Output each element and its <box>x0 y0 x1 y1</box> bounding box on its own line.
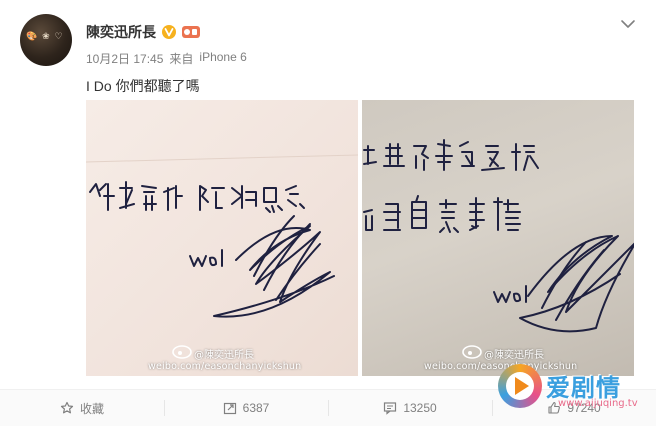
star-icon <box>60 401 74 414</box>
post-from-label: 来自 <box>169 52 194 66</box>
post-text: I Do 你們都聽了嗎 <box>86 78 200 94</box>
chevron-down-icon[interactable] <box>620 18 636 30</box>
author-row: 陳奕迅所長 <box>86 22 200 42</box>
comment-button[interactable]: 13250 <box>328 390 492 426</box>
post-device[interactable]: iPhone 6 <box>199 50 246 67</box>
weibo-watermark-logo-left <box>172 345 192 359</box>
weibo-post-card: 🎨 ❀ ♡ 陳奕迅所長 10月2日 17:45 来自 iPhone 6 I Do… <box>0 0 656 426</box>
author-name[interactable]: 陳奕迅所長 <box>86 22 156 42</box>
verified-v-icon <box>162 25 176 39</box>
author-avatar[interactable]: 🎨 ❀ ♡ <box>20 14 72 66</box>
favorite-button[interactable]: 收藏 <box>0 390 164 426</box>
handwriting-right <box>363 139 634 359</box>
repost-count: 6387 <box>242 401 270 415</box>
member-level-icon <box>182 26 200 38</box>
comment-count: 13250 <box>403 401 437 415</box>
photo-right[interactable]: @陳奕迅所長 weibo.com/easonchanyickshun <box>362 100 634 376</box>
play-icon <box>515 377 529 395</box>
comment-icon <box>384 402 397 415</box>
repost-icon <box>223 402 236 415</box>
post-date[interactable]: 10月2日 17:45 <box>86 50 163 67</box>
weibo-watermark-logo-right <box>462 345 482 359</box>
photo-left-watermark-name: @陳奕迅所長 <box>194 350 254 361</box>
repost-button[interactable]: 6387 <box>164 390 328 426</box>
photo-right-watermark-name: @陳奕迅所長 <box>484 350 544 361</box>
photo-left-watermark-url: weibo.com/easonchanyickshun <box>148 361 302 372</box>
post-meta: 10月2日 17:45 来自 iPhone 6 <box>86 50 247 67</box>
avatar-doodle: 🎨 ❀ ♡ <box>26 32 64 42</box>
favorite-label: 收藏 <box>79 401 104 416</box>
brand-watermark: 爱剧情 www.aijuqing.tv <box>498 364 648 420</box>
handwriting-left <box>86 154 358 359</box>
photo-left[interactable]: @陳奕迅所長 weibo.com/easonchanyickshun <box>86 100 358 376</box>
brand-url: www.aijuqing.tv <box>558 398 638 409</box>
